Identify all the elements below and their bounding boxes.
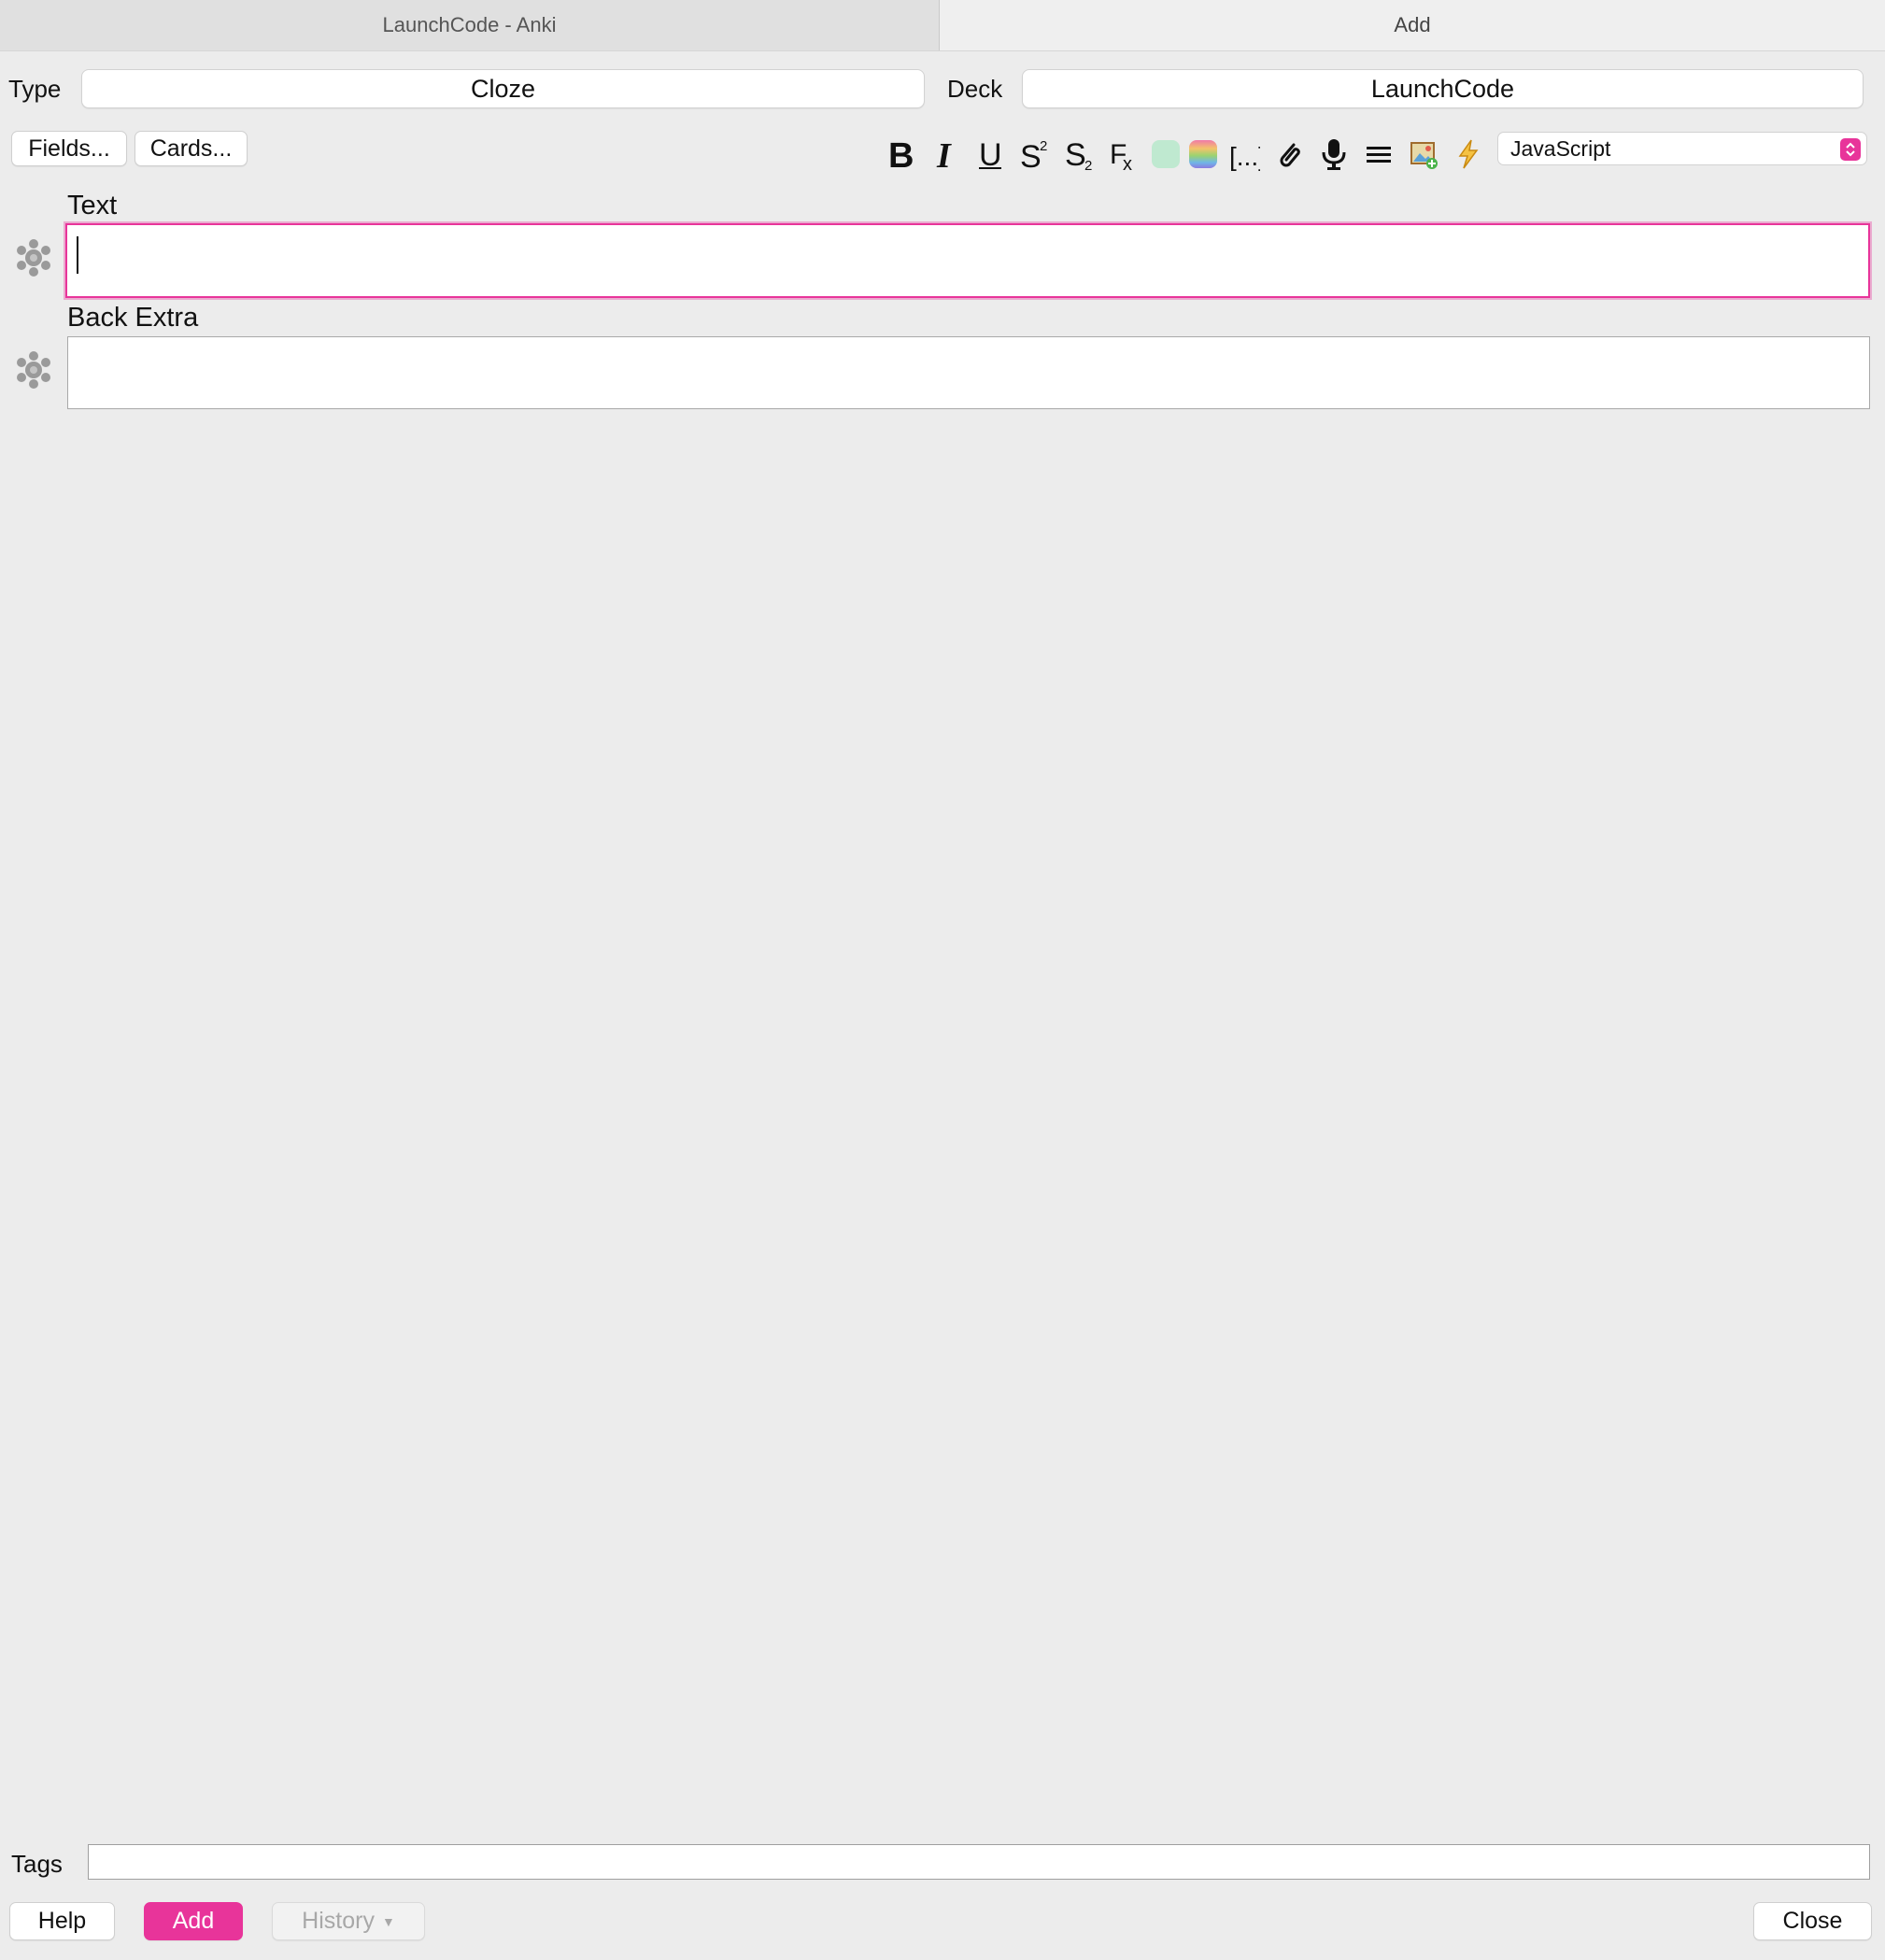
lightning-icon[interactable] xyxy=(1446,134,1491,175)
clear-format-icon[interactable]: Fx xyxy=(1102,134,1147,175)
cloze-icon[interactable]: [...] xyxy=(1222,134,1267,175)
window-tabbar: LaunchCode - Anki Add xyxy=(0,0,1885,51)
text-color-icon[interactable] xyxy=(1147,134,1184,175)
history-button[interactable]: History ▼ xyxy=(272,1902,425,1940)
svg-text:B: B xyxy=(888,137,914,171)
note-type-selector[interactable]: Cloze xyxy=(81,69,925,108)
field-label-text: Text xyxy=(67,191,118,220)
help-button[interactable]: Help xyxy=(9,1902,115,1940)
field-label-back-extra: Back Extra xyxy=(67,303,199,333)
back-extra-field-editor[interactable] xyxy=(67,336,1870,409)
add-button[interactable]: Add xyxy=(144,1902,243,1940)
superscript-icon[interactable]: S2 xyxy=(1013,134,1057,175)
fields-button[interactable]: Fields... xyxy=(11,131,127,166)
svg-text:[...]: [...] xyxy=(1229,142,1260,171)
svg-text:U: U xyxy=(979,137,1002,171)
svg-text:S: S xyxy=(1065,137,1086,171)
subscript-icon[interactable]: S2 xyxy=(1057,134,1102,175)
underline-icon[interactable]: U xyxy=(968,134,1013,175)
select-arrows-icon xyxy=(1840,138,1861,161)
sticky-field-icon[interactable] xyxy=(13,349,54,391)
attach-icon[interactable] xyxy=(1267,134,1311,175)
deck-label: Deck xyxy=(947,75,1003,103)
tags-input[interactable] xyxy=(88,1844,1870,1880)
menu-icon[interactable] xyxy=(1356,134,1401,175)
tab-main-window[interactable]: LaunchCode - Anki xyxy=(0,0,940,50)
deck-selector[interactable]: LaunchCode xyxy=(1022,69,1864,108)
record-icon[interactable] xyxy=(1311,134,1356,175)
text-cursor xyxy=(77,236,78,274)
sticky-field-icon[interactable] xyxy=(13,237,54,278)
text-field-editor[interactable] xyxy=(65,223,1870,298)
history-dropdown-icon: ▼ xyxy=(381,1913,395,1929)
svg-text:x: x xyxy=(1123,154,1132,171)
language-select-value: JavaScript xyxy=(1510,135,1611,161)
italic-icon[interactable]: I xyxy=(923,134,968,175)
type-label: Type xyxy=(8,75,62,103)
tags-label: Tags xyxy=(11,1850,63,1878)
history-label: History xyxy=(302,1908,375,1934)
svg-text:2: 2 xyxy=(1040,138,1047,154)
insert-image-icon[interactable] xyxy=(1401,134,1446,175)
color-picker-icon[interactable] xyxy=(1184,134,1222,175)
svg-text:I: I xyxy=(936,137,952,171)
bold-icon[interactable]: B xyxy=(878,134,923,175)
language-select[interactable]: JavaScript xyxy=(1497,132,1867,165)
close-button[interactable]: Close xyxy=(1753,1902,1872,1940)
cards-button[interactable]: Cards... xyxy=(135,131,248,166)
tab-add[interactable]: Add xyxy=(940,0,1885,50)
svg-text:S: S xyxy=(1020,139,1042,171)
svg-text:2: 2 xyxy=(1084,158,1092,171)
formatting-toolbar: B I U S2 S2 Fx [...] xyxy=(878,131,1491,178)
